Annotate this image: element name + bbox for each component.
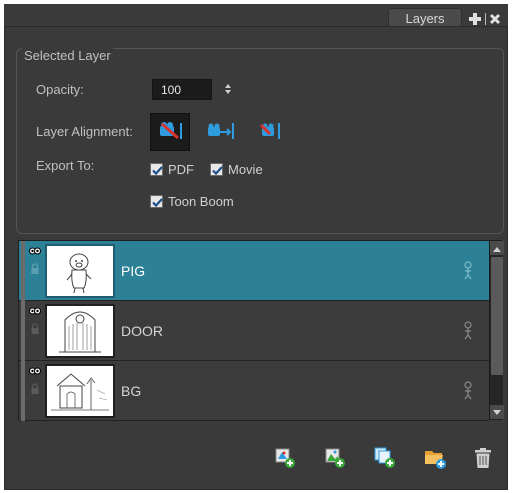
export-pdf-checkbox[interactable]: PDF <box>150 162 194 177</box>
align-center-button[interactable] <box>200 113 240 151</box>
scroll-up-button[interactable] <box>490 241 504 255</box>
layer-thumbnail <box>45 364 115 418</box>
alignment-label: Layer Alignment: <box>36 124 133 139</box>
eye-icon[interactable] <box>29 365 41 379</box>
separator-icon <box>484 12 487 26</box>
drag-handle[interactable] <box>21 361 25 421</box>
group-title: Selected Layer <box>22 48 113 63</box>
opacity-field[interactable]: 100 <box>152 79 212 100</box>
add-image-layer-button[interactable] <box>322 446 348 472</box>
lock-icon[interactable] <box>30 323 40 338</box>
check-icon <box>150 195 163 208</box>
eye-icon[interactable] <box>29 245 41 259</box>
layer-list: PIG DOOR BG <box>18 240 504 421</box>
layer-row-pig[interactable]: PIG <box>19 241 489 301</box>
drag-handle[interactable] <box>21 301 25 361</box>
layer-row-bg[interactable]: BG <box>19 361 489 421</box>
add-icon[interactable] <box>468 12 482 26</box>
add-folder-button[interactable] <box>422 446 448 472</box>
export-movie-checkbox[interactable]: Movie <box>210 162 263 177</box>
layer-thumbnail <box>45 304 115 358</box>
delete-icon <box>472 446 494 473</box>
drag-handle[interactable] <box>21 241 25 301</box>
export-pdf-label: PDF <box>168 162 194 177</box>
align-right-icon <box>256 120 284 145</box>
lock-icon[interactable] <box>30 263 40 278</box>
layers-window: Layers Selected Layer Opacity: 100 Layer… <box>4 4 514 490</box>
layer-name: PIG <box>121 263 146 279</box>
tab-strip: Layers <box>4 4 508 30</box>
layer-thumbnail <box>45 244 115 298</box>
align-right-button[interactable] <box>250 113 290 151</box>
export-label: Export To: <box>36 158 95 173</box>
close-icon[interactable] <box>489 13 501 25</box>
align-left-icon <box>156 120 184 145</box>
export-toonboom-label: Toon Boom <box>168 194 234 209</box>
opacity-spinner-icon[interactable] <box>224 82 232 96</box>
align-left-button[interactable] <box>150 113 190 151</box>
layer-name: DOOR <box>121 323 163 339</box>
opacity-label: Opacity: <box>36 82 84 97</box>
scroll-thumb[interactable] <box>491 257 503 375</box>
layers-toolbar <box>272 446 498 474</box>
peg-icon <box>462 261 474 284</box>
duplicate-layer-button[interactable] <box>372 446 398 472</box>
layer-row-door[interactable]: DOOR <box>19 301 489 361</box>
layer-name: BG <box>121 383 142 399</box>
align-center-icon <box>205 120 235 145</box>
add-image-layer-icon <box>323 446 347 473</box>
add-layer-icon <box>273 446 297 473</box>
export-movie-label: Movie <box>228 162 263 177</box>
add-folder-icon <box>423 446 447 473</box>
peg-icon <box>462 381 474 404</box>
check-icon <box>210 163 223 176</box>
export-toonboom-checkbox[interactable]: Toon Boom <box>150 194 234 209</box>
peg-icon <box>462 321 474 344</box>
layer-list-scrollbar[interactable] <box>489 241 504 419</box>
eye-icon[interactable] <box>29 305 41 319</box>
check-icon <box>150 163 163 176</box>
chevron-down-icon <box>493 405 501 419</box>
lock-icon[interactable] <box>30 383 40 398</box>
scroll-down-button[interactable] <box>490 405 504 419</box>
chevron-up-icon <box>493 241 501 255</box>
add-layer-button[interactable] <box>272 446 298 472</box>
delete-button[interactable] <box>470 446 496 472</box>
duplicate-layer-icon <box>373 446 397 473</box>
